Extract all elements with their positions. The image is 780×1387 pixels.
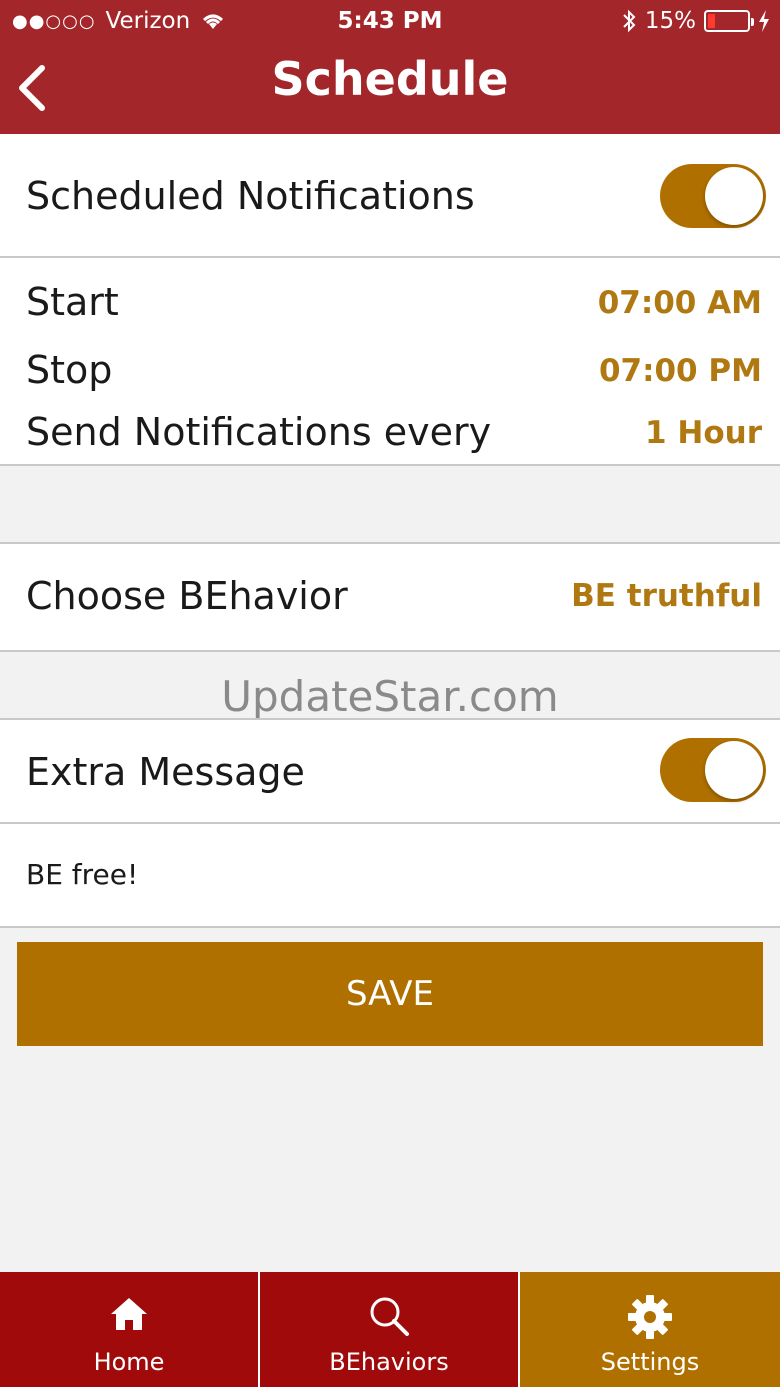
- choose-behavior-row[interactable]: Choose BEhavior BE truthful: [0, 542, 780, 652]
- tab-home[interactable]: Home: [0, 1272, 260, 1387]
- stop-label: Stop: [26, 348, 113, 392]
- save-button[interactable]: SAVE: [17, 942, 763, 1046]
- extra-message-input[interactable]: BE free!: [0, 824, 780, 928]
- choose-behavior-label: Choose BEhavior: [26, 574, 348, 618]
- tab-settings[interactable]: Settings: [520, 1272, 780, 1387]
- status-bar: ●●○○○ Verizon 5:43 PM 15%: [0, 6, 780, 38]
- tab-behaviors[interactable]: BEhaviors: [260, 1272, 520, 1387]
- scheduled-notifications-toggle[interactable]: [660, 164, 766, 228]
- extra-message-text: BE free!: [26, 858, 139, 891]
- toggle-knob: [705, 741, 763, 799]
- search-icon: [370, 1297, 409, 1336]
- extra-message-toggle[interactable]: [660, 738, 766, 802]
- stop-time-value[interactable]: 07:00 PM: [599, 353, 762, 389]
- header: ●●○○○ Verizon 5:43 PM 15% Schedule: [0, 0, 780, 134]
- toggle-knob: [705, 167, 763, 225]
- schedule-details-section: Start 07:00 AM Stop 07:00 PM Send Notifi…: [0, 258, 780, 466]
- gear-icon: [628, 1295, 672, 1339]
- tab-behaviors-label: BEhaviors: [329, 1348, 449, 1376]
- tab-home-label: Home: [93, 1348, 165, 1376]
- behavior-value[interactable]: BE truthful: [571, 578, 762, 614]
- tab-settings-label: Settings: [600, 1348, 700, 1376]
- scheduled-notifications-label: Scheduled Notifications: [26, 174, 475, 218]
- start-time-value[interactable]: 07:00 AM: [598, 285, 762, 321]
- start-label: Start: [26, 280, 119, 324]
- battery-icon: [704, 10, 754, 32]
- scheduled-notifications-row: Scheduled Notifications: [0, 134, 780, 258]
- extra-message-row: Extra Message: [0, 718, 780, 824]
- extra-message-label: Extra Message: [26, 750, 305, 794]
- tab-bar: Home BEhaviors Settings: [0, 1272, 780, 1387]
- interval-value[interactable]: 1 Hour: [645, 415, 762, 451]
- page-title: Schedule: [271, 52, 509, 106]
- battery-percent: 15%: [644, 8, 696, 34]
- bluetooth-icon: [623, 9, 636, 33]
- charging-icon: [759, 10, 769, 32]
- home-icon: [111, 1298, 147, 1330]
- interval-label: Send Notifications every: [26, 410, 492, 454]
- watermark: UpdateStar.com: [221, 672, 559, 721]
